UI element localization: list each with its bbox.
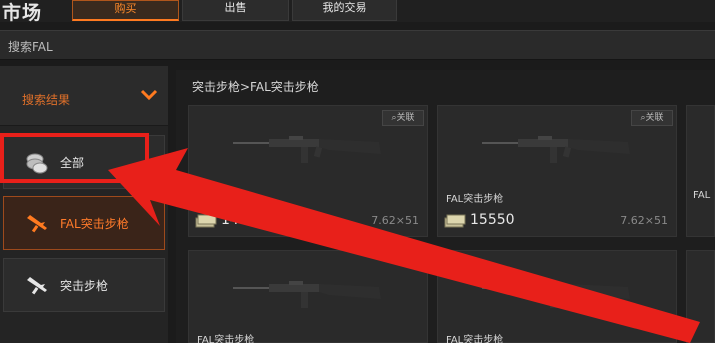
money-icon — [195, 214, 217, 228]
page-title: 市场 — [2, 2, 43, 24]
item-price: 1400 — [221, 212, 257, 228]
filter-label-fal-assault-rifle: FAL突击步枪 — [60, 217, 129, 231]
money-icon — [444, 214, 466, 228]
related-button-label: 关联 — [645, 113, 664, 123]
item-caliber: 7.62×51 — [620, 214, 668, 227]
tab-buy[interactable]: 购买 — [72, 0, 179, 21]
filter-item-fal-assault-rifle[interactable]: FAL突击步枪 — [3, 196, 165, 250]
item-card[interactable]: ⌕关联 FAL突击步枪 15550 7.62×51 — [437, 105, 677, 237]
sidebar: 搜索结果 全部 FAL突击步枪 突击步枪 — [0, 66, 168, 343]
tab-my-trades[interactable]: 我的交易 — [292, 0, 397, 21]
filter-item-assault-rifle[interactable]: 突击步枪 — [3, 258, 165, 312]
chevron-down-icon — [140, 89, 158, 101]
item-caliber: 7.62×51 — [371, 214, 419, 227]
tab-sell[interactable]: 出售 — [182, 0, 289, 21]
rifle-icon — [27, 277, 47, 295]
filter-label-assault-rifle: 突击步枪 — [60, 279, 109, 293]
item-card[interactable]: FAL突击步枪 — [188, 250, 428, 343]
item-name: FAL — [693, 190, 711, 201]
item-card[interactable]: FAL突击步枪 — [437, 250, 677, 343]
item-price: 15550 — [470, 212, 515, 228]
item-name: FAL突击步枪 — [446, 335, 504, 343]
rifle-icon — [27, 215, 47, 233]
related-button-label: 关联 — [396, 113, 415, 123]
main-content: 突击步枪>FAL突击步枪 ⌕关联 突击步枪 1400 7.62×51 ⌕关联 F… — [176, 70, 715, 343]
related-button[interactable]: ⌕关联 — [631, 110, 673, 126]
rifle-image — [482, 281, 630, 308]
item-name: FAL突击步枪 — [197, 335, 255, 343]
search-results-label: 搜索结果 — [22, 93, 71, 107]
annotation-highlight-box — [0, 133, 149, 183]
search-bar — [0, 30, 715, 60]
rifle-image — [482, 136, 630, 163]
related-button[interactable]: ⌕关联 — [382, 110, 424, 126]
rifle-image — [233, 136, 381, 163]
search-input[interactable] — [8, 37, 608, 55]
item-name: FAL突击步枪 — [446, 194, 504, 205]
breadcrumb: 突击步枪>FAL突击步枪 — [192, 80, 319, 94]
item-card[interactable]: FAL — [686, 105, 715, 237]
tab-bar: 购买 出售 我的交易 — [72, 0, 400, 21]
header: 市场 购买 出售 我的交易 — [0, 0, 715, 24]
item-name: 突击步枪 — [197, 194, 237, 205]
item-card[interactable] — [686, 250, 715, 343]
item-card[interactable]: ⌕关联 突击步枪 1400 7.62×51 — [188, 105, 428, 237]
rifle-image — [233, 281, 381, 308]
search-results-header[interactable]: 搜索结果 — [0, 66, 168, 126]
